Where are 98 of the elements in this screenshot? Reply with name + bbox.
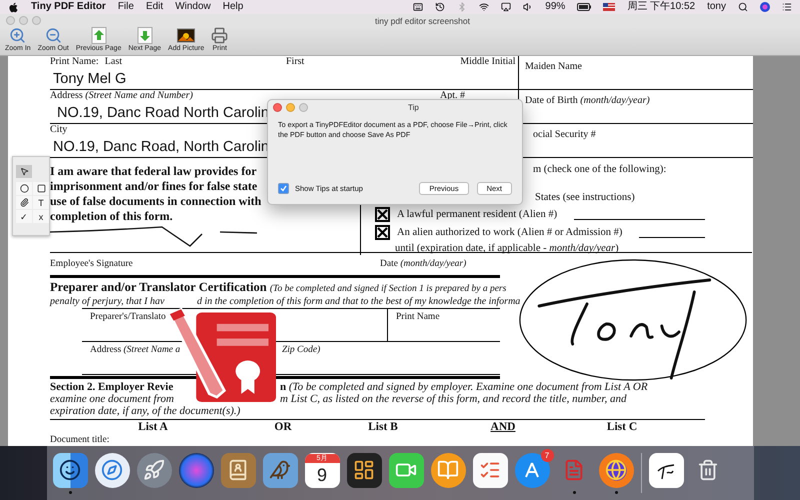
field-label: Maiden Name	[525, 61, 582, 73]
screen-cast-icon[interactable]	[501, 2, 512, 12]
checkbox[interactable]	[375, 207, 390, 222]
menu-item[interactable]: File	[118, 0, 134, 14]
tool-button[interactable]	[16, 196, 32, 209]
orb-icon[interactable]	[178, 452, 214, 488]
tool-button[interactable]: ✓	[16, 210, 32, 223]
section-text: n (To be completed and signed by employer. Examine one document from List A OR	[280, 381, 648, 393]
zoom-in-icon	[9, 27, 26, 44]
tool-button[interactable]	[16, 165, 32, 178]
list-heading: AND	[490, 420, 516, 434]
wifi-icon[interactable]	[479, 2, 490, 12]
list-icon[interactable]	[782, 2, 792, 12]
menu-clock[interactable]: 周三 下午10:52	[627, 0, 696, 14]
checkbox[interactable]	[375, 225, 390, 240]
running-indicator	[572, 490, 576, 494]
smiley-face-icon[interactable]	[52, 452, 88, 488]
field-label: ocial Security #	[533, 129, 596, 141]
menu-item[interactable]: Window	[175, 0, 211, 14]
flag-icon[interactable]	[603, 3, 616, 11]
section-heading: Preparer and/or Translator Certification	[50, 280, 267, 294]
tool-button[interactable]: x	[33, 210, 49, 223]
section-text: m List C, as listed on the reverse of this form, and record the title, number, and	[279, 393, 628, 405]
field-label: First	[286, 56, 306, 68]
field-label: Apt. #	[440, 90, 465, 102]
orb-icon[interactable]	[760, 2, 770, 12]
square-icon	[36, 184, 46, 193]
field-label: Middle Initial	[460, 56, 517, 68]
section-note: (To be completed and signed if Section 1 is prepared by a pers	[270, 284, 506, 294]
checklist-icon[interactable]	[472, 452, 508, 488]
menu-item[interactable]: Edit	[146, 0, 164, 14]
field-label: Document title:	[50, 434, 110, 446]
search-icon[interactable]	[738, 2, 748, 12]
field-label: Print Name:	[50, 56, 100, 68]
section-text: expiration date, if any, of the document(s).)	[50, 405, 242, 417]
attestation-text: completion of this form.	[50, 209, 173, 224]
close-button[interactable]	[273, 102, 282, 112]
expiration-text: until (expiration date, if applicable - month/day/year)	[395, 243, 619, 254]
penalty-text: d in the completion of this form and that to the best of my knowledge the informa	[196, 296, 522, 308]
list-heading: OR	[273, 420, 293, 434]
attestation-text: use of false documents in connection with	[50, 194, 262, 209]
field-label: Date of Birth (month/day/year)	[525, 95, 650, 106]
penalty-text: penalty of perjury, that I hav	[50, 296, 164, 308]
app-menu[interactable]: Tiny PDF Editor	[31, 0, 106, 14]
calendar-day: 9	[316, 462, 327, 486]
paperclip-icon	[20, 198, 28, 207]
document-thumbnail-icon[interactable]	[648, 452, 684, 488]
field-label: City	[50, 124, 68, 136]
apple-logo-icon[interactable]	[8, 2, 19, 12]
video-camera-icon[interactable]	[388, 452, 424, 488]
address-book-icon[interactable]	[220, 452, 256, 488]
field-label: Employee's Signature	[50, 258, 134, 270]
battery-icon[interactable]	[577, 3, 592, 11]
field-label: Date (month/day/year)	[380, 259, 466, 269]
circle-icon	[20, 184, 28, 193]
name-value: Tony Mel G	[50, 68, 518, 90]
rocket-icon[interactable]	[136, 452, 172, 488]
tool-button[interactable]	[33, 182, 49, 195]
field-label: Preparer's/Translato	[90, 312, 166, 322]
tool-button[interactable]	[16, 182, 32, 195]
field-label: Address (Street Name and Number)	[50, 90, 193, 101]
status-text: States (see instructions)	[535, 191, 636, 204]
status-option-label: A lawful permanent resident (Alien #)	[397, 208, 558, 220]
menu-item[interactable]: Help	[222, 0, 244, 14]
arrow-pointer-icon	[20, 167, 28, 176]
attestation-text: imprisonment and/or fines for false state	[50, 179, 258, 194]
letter-a-icon[interactable]	[514, 452, 550, 488]
tool-button[interactable]: T	[33, 196, 49, 209]
running-indicator	[614, 490, 618, 494]
list-heading: List C	[606, 420, 638, 434]
bird-stamp-icon[interactable]	[262, 452, 298, 488]
list-heading: List B	[367, 420, 399, 434]
section-text: examine one document from	[50, 393, 175, 405]
status-option-label: An alien authorized to work (Alien # or Admission #)	[397, 226, 622, 238]
window-grid-icon[interactable]	[346, 452, 382, 488]
window-title: tiny pdf editor screenshot	[375, 16, 470, 26]
battery-percent: 99%	[545, 0, 566, 14]
field-label: Zip Code)	[282, 345, 320, 355]
status-text: m (check one of the following):	[533, 163, 668, 176]
list-heading: List A	[137, 420, 169, 434]
field-label: Last	[104, 56, 123, 68]
field-label: Print Name	[396, 312, 440, 322]
field-label: Address (Street Name a	[90, 345, 180, 355]
dialog-title: Tip	[408, 102, 419, 112]
zoom-out-icon	[44, 27, 62, 44]
section-heading: Section 2. Employer Revie	[50, 381, 174, 393]
volume-icon[interactable]	[523, 2, 534, 12]
compass-icon[interactable]	[94, 452, 130, 488]
checkbox[interactable]	[278, 183, 289, 194]
keyboard-icon[interactable]	[413, 2, 424, 12]
user-menu[interactable]: tony	[707, 0, 726, 14]
attestation-text: I am aware that federal law provides for	[50, 164, 257, 179]
printer-icon	[211, 27, 228, 44]
open-book-icon[interactable]	[430, 452, 466, 488]
running-indicator	[68, 490, 72, 494]
clock-history-icon[interactable]	[435, 2, 446, 12]
landscape-picture-icon	[177, 27, 196, 44]
notification-badge: 7	[540, 448, 554, 462]
